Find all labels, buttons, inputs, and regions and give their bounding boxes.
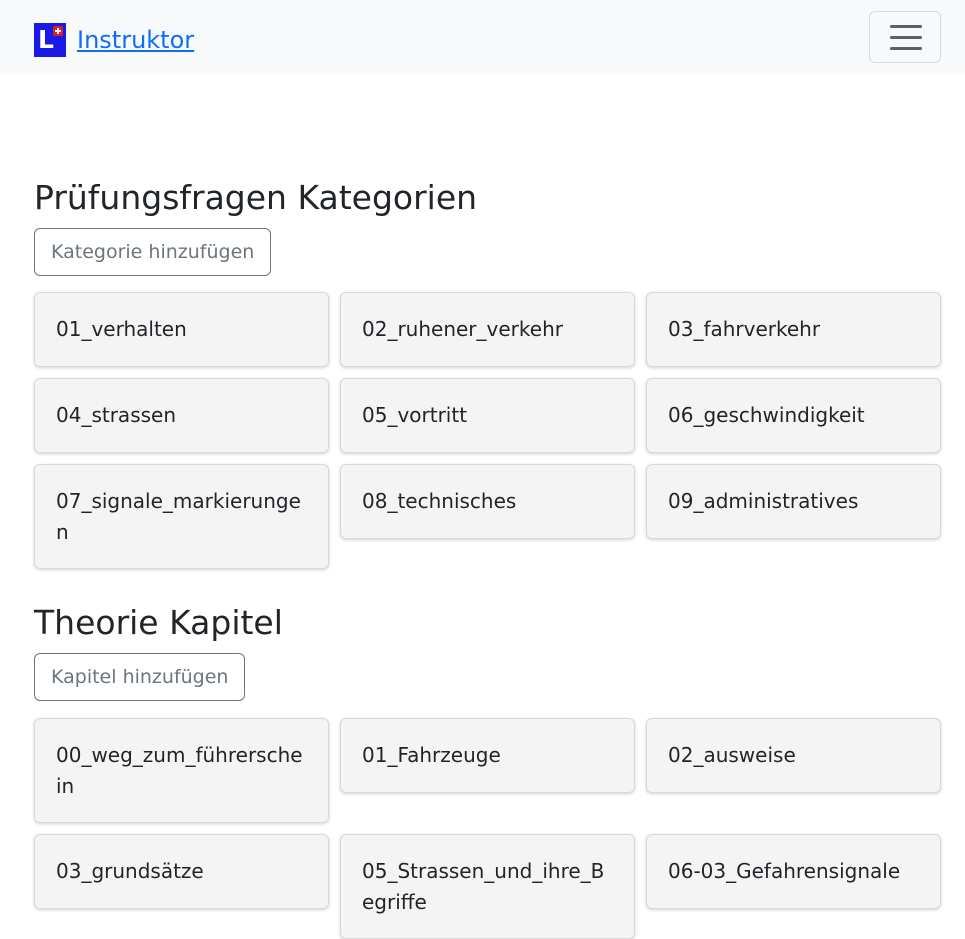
logo-letter: L [38,25,54,54]
chapter-card[interactable]: 06-03_Gefahrensignale [646,834,941,909]
category-card[interactable]: 02_ruhener_verkehr [340,292,635,367]
categories-grid: 01_verhalten 02_ruhener_verkehr 03_fahrver… [34,292,941,569]
chapter-card[interactable]: 03_grundsätze [34,834,329,909]
add-category-button[interactable]: Kategorie hinzufügen [34,228,272,276]
navbar-toggle-button[interactable] [869,11,941,63]
category-card[interactable]: 03_fahrverkehr [646,292,941,367]
swiss-cross-icon [53,26,63,36]
categories-title: Prüfungsfragen Kategorien [34,178,478,217]
chapters-grid: 00_weg_zum_führerschein 01_Fahrzeuge 02_au… [34,718,941,939]
category-card[interactable]: 01_verhalten [34,292,329,367]
category-card[interactable]: 06_geschwindigkeit [646,378,941,453]
chapter-card[interactable]: 00_weg_zum_führerschein [34,718,329,823]
chapters-title: Theorie Kapitel [34,603,283,642]
learner-plate-logo-icon: L [34,23,66,57]
add-chapter-button[interactable]: Kapitel hinzufügen [34,653,246,701]
hamburger-menu-icon [890,25,922,50]
brand-name[interactable]: Instruktor [77,25,194,55]
chapter-card[interactable]: 01_Fahrzeuge [340,718,635,793]
chapter-card[interactable]: 05_Strassen_und_ihre_Begriffe [340,834,635,939]
chapter-card[interactable]: 02_ausweise [646,718,941,793]
category-card[interactable]: 08_technisches [340,464,635,539]
category-card[interactable]: 05_vortritt [340,378,635,453]
top-navbar: L Instruktor [0,0,965,74]
category-card[interactable]: 09_administratives [646,464,941,539]
category-card[interactable]: 07_signale_markierungen [34,464,329,569]
brand-link[interactable]: L Instruktor [34,23,194,57]
category-card[interactable]: 04_strassen [34,378,329,453]
